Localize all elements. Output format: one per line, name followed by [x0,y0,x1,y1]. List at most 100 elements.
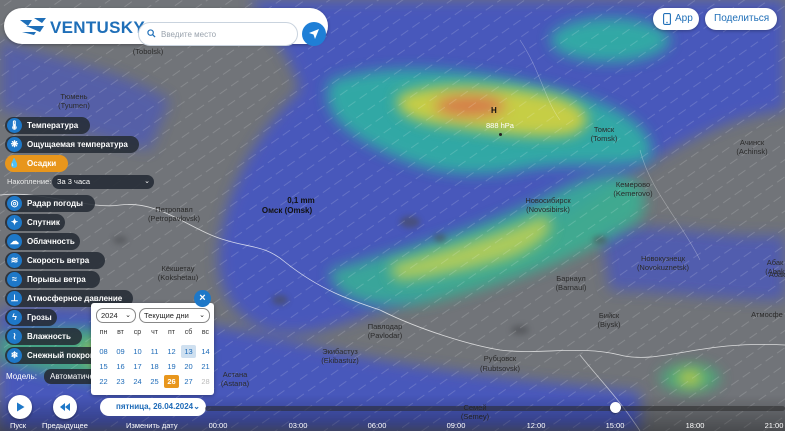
city-label[interactable]: Новосибирск [518,196,578,205]
city-label[interactable]: Кемерово [603,180,663,189]
accumulation-label: Накопление: [7,177,52,186]
city-label[interactable]: 0,1 mm [271,196,331,205]
city-label[interactable]: Новокузнецк [633,254,693,263]
timeline-track[interactable] [205,406,785,411]
city-label[interactable]: Экибастуз [310,347,370,356]
calendar-day[interactable]: 24 [130,375,145,388]
year-select[interactable]: 2024 ⌄ [96,308,136,323]
timeline-handle[interactable] [610,402,621,413]
calendar-day[interactable]: 22 [96,375,111,388]
app-button[interactable]: App [653,8,699,30]
city-label[interactable]: (Achinsk) [722,147,782,156]
city-label[interactable]: Бийск [579,311,639,320]
calendar-day[interactable]: 17 [130,360,145,373]
city-label[interactable]: Абак [745,258,785,267]
city-label[interactable]: (Tomsk) [574,134,634,143]
city-label[interactable]: Атмосфе [737,310,785,319]
calendar-day[interactable]: 15 [96,360,111,373]
calendar-day-selected[interactable]: 26 [164,375,179,388]
city-label[interactable]: (Novokuznetsk) [633,263,693,272]
calendar-day[interactable]: 27 [181,375,196,388]
search-input[interactable] [161,27,291,42]
calendar-day[interactable]: 11 [147,345,162,358]
city-label[interactable]: Петропавл [144,205,204,214]
city-label[interactable]: (Kokshetau) [148,273,208,282]
city-label[interactable]: Кёкшетау [148,264,208,273]
calendar-day[interactable]: 18 [147,360,162,373]
search-box[interactable] [138,22,298,46]
timeline-hour-label[interactable]: 03:00 [283,421,313,430]
calendar-day[interactable]: 21 [198,360,213,373]
timeline-hour-label[interactable]: 18:00 [680,421,710,430]
city-label[interactable]: Астана [205,370,265,379]
layer-item[interactable]: ☁ Облачность [5,233,80,250]
city-label[interactable]: (Barnaul) [541,283,601,292]
calendar-day[interactable]: 25 [147,375,162,388]
calendar-day[interactable]: 14 [198,345,213,358]
city-label[interactable]: (Novosibirsk) [518,205,578,214]
city-label[interactable]: Омск (Omsk) [257,206,317,215]
layer-item[interactable]: ❋ Ощущаемая температура [5,136,139,153]
city-label[interactable]: Барнаул [541,274,601,283]
calendar-day[interactable]: 16 [113,360,128,373]
play-label: Пуск [10,421,27,430]
share-button[interactable]: Поделиться [705,8,777,30]
layer-item[interactable]: ϟ Грозы [5,309,57,326]
layer-item[interactable]: ≋ Скорость ветра [5,252,105,269]
city-label[interactable]: (Petropavlovsk) [144,214,204,223]
layer-item[interactable]: 🌡 Температура [5,117,90,134]
play-button[interactable] [8,395,32,419]
close-icon: × [199,292,206,304]
city-label[interactable]: (Biysk) [579,320,639,329]
timeline-hour-label[interactable]: 00:00 [203,421,233,430]
calendar-day[interactable]: 23 [113,375,128,388]
layer-item[interactable]: ≈ Порывы ветра [5,271,100,288]
previous-button[interactable] [53,395,77,419]
cloud-icon: ☁ [7,234,22,249]
layer-label: Облачность [27,237,75,246]
timeline-hour-label[interactable]: 12:00 [521,421,551,430]
layer-item[interactable]: ✦ Спутник [5,214,65,231]
accumulation-select[interactable]: За 3 часа ⌄ [52,175,154,189]
city-label[interactable]: (Astana) [205,379,265,388]
layer-item[interactable]: ❄ Снежный покров [5,347,105,364]
accumulation-value: За 3 часа [57,177,91,186]
model-label: Модель: [6,372,37,381]
close-picker-button[interactable]: × [194,290,211,307]
locate-button[interactable] [302,22,326,46]
city-label[interactable]: Тюмень [44,92,104,101]
city-label[interactable]: (Tobolsk) [118,47,178,56]
layer-item[interactable]: ◎ Радар погоды [5,195,95,212]
city-label[interactable]: Рубцовск [470,354,530,363]
city-label[interactable]: Ачинск [722,138,782,147]
timeline-hour-label[interactable]: 15:00 [600,421,630,430]
city-label[interactable]: Абак [747,270,785,279]
layer-label: Грозы [27,313,52,322]
year-value: 2024 [101,311,118,320]
brand-name[interactable]: VENTUSKY [50,18,145,38]
timeline-hour-label[interactable]: 09:00 [441,421,471,430]
city-label[interactable]: (Ekibastuz) [310,356,370,365]
change-date-button[interactable]: пятница, 26.04.2024 ⌄ [100,398,206,416]
layer-item[interactable]: ≀ Влажность [5,328,82,345]
calendar-day[interactable]: 09 [113,345,128,358]
calendar-day[interactable]: 20 [181,360,196,373]
city-label[interactable]: (Kemerovo) [603,189,663,198]
city-label[interactable]: Томск [574,125,634,134]
calendar-day[interactable]: 12 [164,345,179,358]
search-icon [147,29,156,38]
city-label[interactable]: (Rubtsovsk) [470,364,530,373]
range-select[interactable]: Текущие дни ⌄ [139,308,210,323]
calendar-day[interactable]: 08 [96,345,111,358]
layer-item[interactable]: 💧 Осадки [5,155,68,172]
calendar-day[interactable]: 19 [164,360,179,373]
calendar-day[interactable]: 13 [181,345,196,358]
city-label[interactable]: Павлодар [355,322,415,331]
humidity-icon: ≀ [7,329,22,344]
precipitation-icon: 💧 [7,156,22,171]
city-label[interactable]: (Tyumen) [44,101,104,110]
timeline-hour-label[interactable]: 06:00 [362,421,392,430]
timeline-hour-label[interactable]: 21:00 [759,421,785,430]
city-label[interactable]: (Pavlodar) [355,331,415,340]
calendar-day[interactable]: 10 [130,345,145,358]
